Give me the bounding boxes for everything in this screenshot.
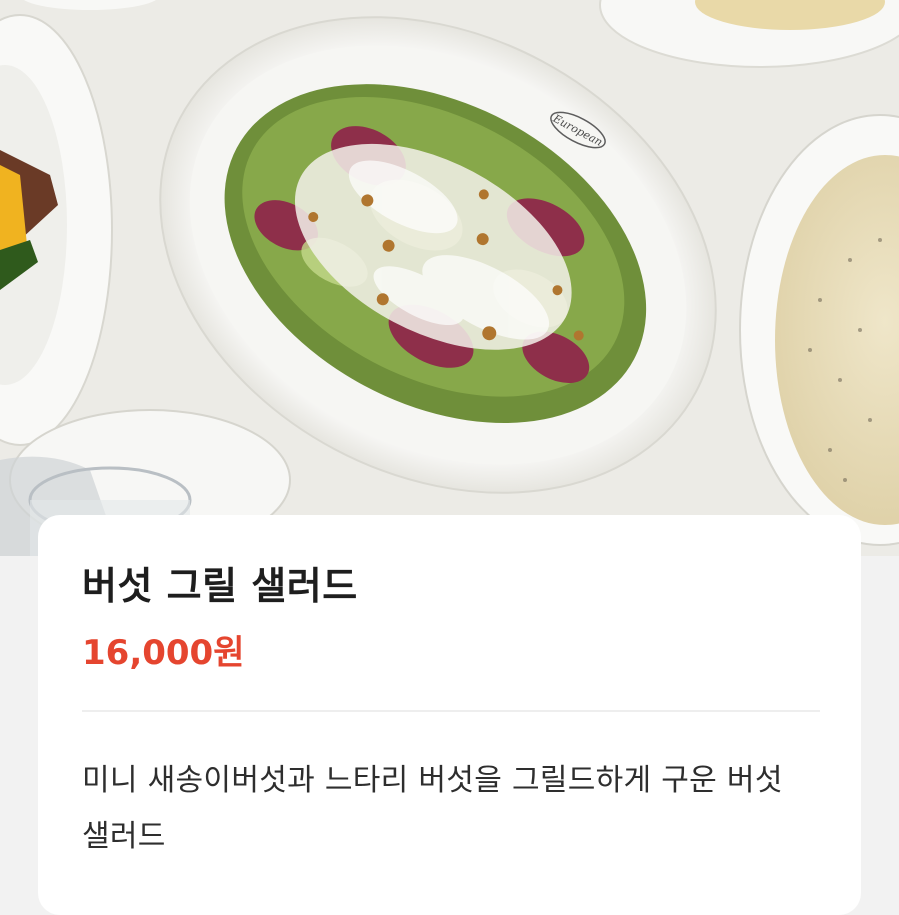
menu-item-description: 미니 새송이버섯과 느타리 버섯을 그릴드하게 구운 버섯 샐러드 [82, 763, 783, 854]
divider [82, 710, 820, 712]
menu-item-price: 16,000원 [82, 633, 245, 673]
menu-item-name: 버섯 그릴 샐러드 [82, 564, 358, 608]
menu-photo: European [0, 0, 899, 556]
food-photo-illustration: European [0, 0, 899, 556]
menu-detail-card: 버섯 그릴 샐러드 16,000원 미니 새송이버섯과 느타리 버섯을 그릴드하… [38, 515, 861, 915]
